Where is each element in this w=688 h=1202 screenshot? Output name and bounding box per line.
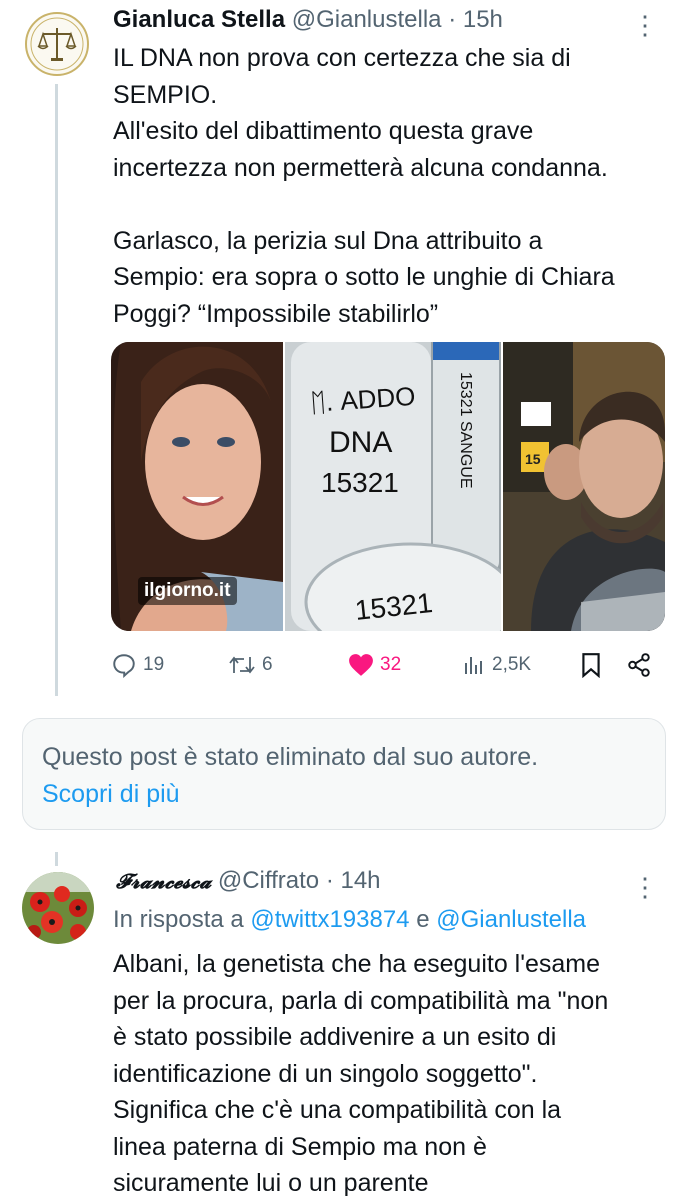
share-button[interactable] (626, 650, 652, 680)
author-handle[interactable]: @Gianlustella (292, 6, 442, 33)
reply-context: In risposta a @twittx193874 e @Gianluste… (113, 906, 586, 934)
svg-text:DNA: DNA (329, 426, 392, 459)
author-name[interactable]: 𝓕𝓻𝓪𝓷𝓬𝓮𝓼𝓬𝓪 (116, 869, 211, 893)
deleted-post-notice (22, 718, 666, 830)
more-options-icon[interactable]: ⋮ (632, 874, 658, 900)
reply-icon (113, 654, 135, 678)
svg-text:15321 SANGUE: 15321 SANGUE (457, 372, 474, 489)
heart-icon (349, 654, 373, 676)
photo-man: 15 (503, 342, 665, 631)
reply-mention[interactable]: @twittx193874 (250, 906, 409, 933)
bookmark-button[interactable] (580, 650, 602, 680)
share-icon (628, 653, 650, 677)
like-action[interactable]: 32 (348, 650, 401, 680)
media-source-tag: ilgiorno.it (138, 577, 237, 605)
tweet-header: Gianluca Stella @Gianlustella · 15h (113, 6, 503, 34)
repost-icon (229, 656, 255, 674)
sign-number: 15 (525, 451, 541, 467)
author-avatar[interactable] (22, 872, 94, 944)
scales-of-justice-icon (30, 17, 84, 71)
author-name[interactable]: Gianluca Stella (113, 6, 285, 33)
poppies-photo (22, 872, 94, 944)
repost-count: 6 (262, 654, 273, 675)
views-action[interactable]: 2,5K (462, 650, 531, 680)
more-options-icon[interactable]: ⋮ (632, 12, 658, 38)
deleted-post-message: Questo post è stato eliminato dal suo au… (42, 743, 539, 771)
tweet-time[interactable]: · 15h (448, 6, 503, 33)
tweet-time[interactable]: · 14h (326, 867, 381, 894)
author-handle[interactable]: @Ciffrato (218, 867, 319, 894)
views-count: 2,5K (492, 654, 532, 675)
tweet-text: Albani, la genetista che ha eseguito l'e… (113, 950, 609, 1197)
bookmark-icon (582, 653, 600, 678)
learn-more-link[interactable]: Scopri di più (42, 780, 180, 809)
svg-text:15321: 15321 (321, 467, 399, 498)
repost-action[interactable]: 6 (228, 650, 273, 680)
thread-line (55, 84, 58, 696)
reply-conjunction: e (416, 906, 430, 933)
reply-count: 19 (143, 654, 165, 675)
reply-mention[interactable]: @Gianlustella (436, 906, 586, 933)
views-icon (465, 657, 482, 674)
author-avatar[interactable] (25, 12, 89, 76)
thread-line (55, 852, 58, 866)
tweet-header: 𝓕𝓻𝓪𝓷𝓬𝓮𝓼𝓬𝓪 @Ciffrato · 14h (116, 867, 381, 895)
reply-action[interactable]: 19 (111, 650, 164, 680)
tweet-text: IL DNA non prova con certezza che sia di… (113, 44, 615, 328)
reply-prefix: In risposta a (113, 906, 244, 933)
like-count: 32 (380, 654, 402, 675)
photo-dna-tubes: ᛖ. ADDO DNA 15321 15321 SANGUE 15321 (285, 342, 518, 631)
